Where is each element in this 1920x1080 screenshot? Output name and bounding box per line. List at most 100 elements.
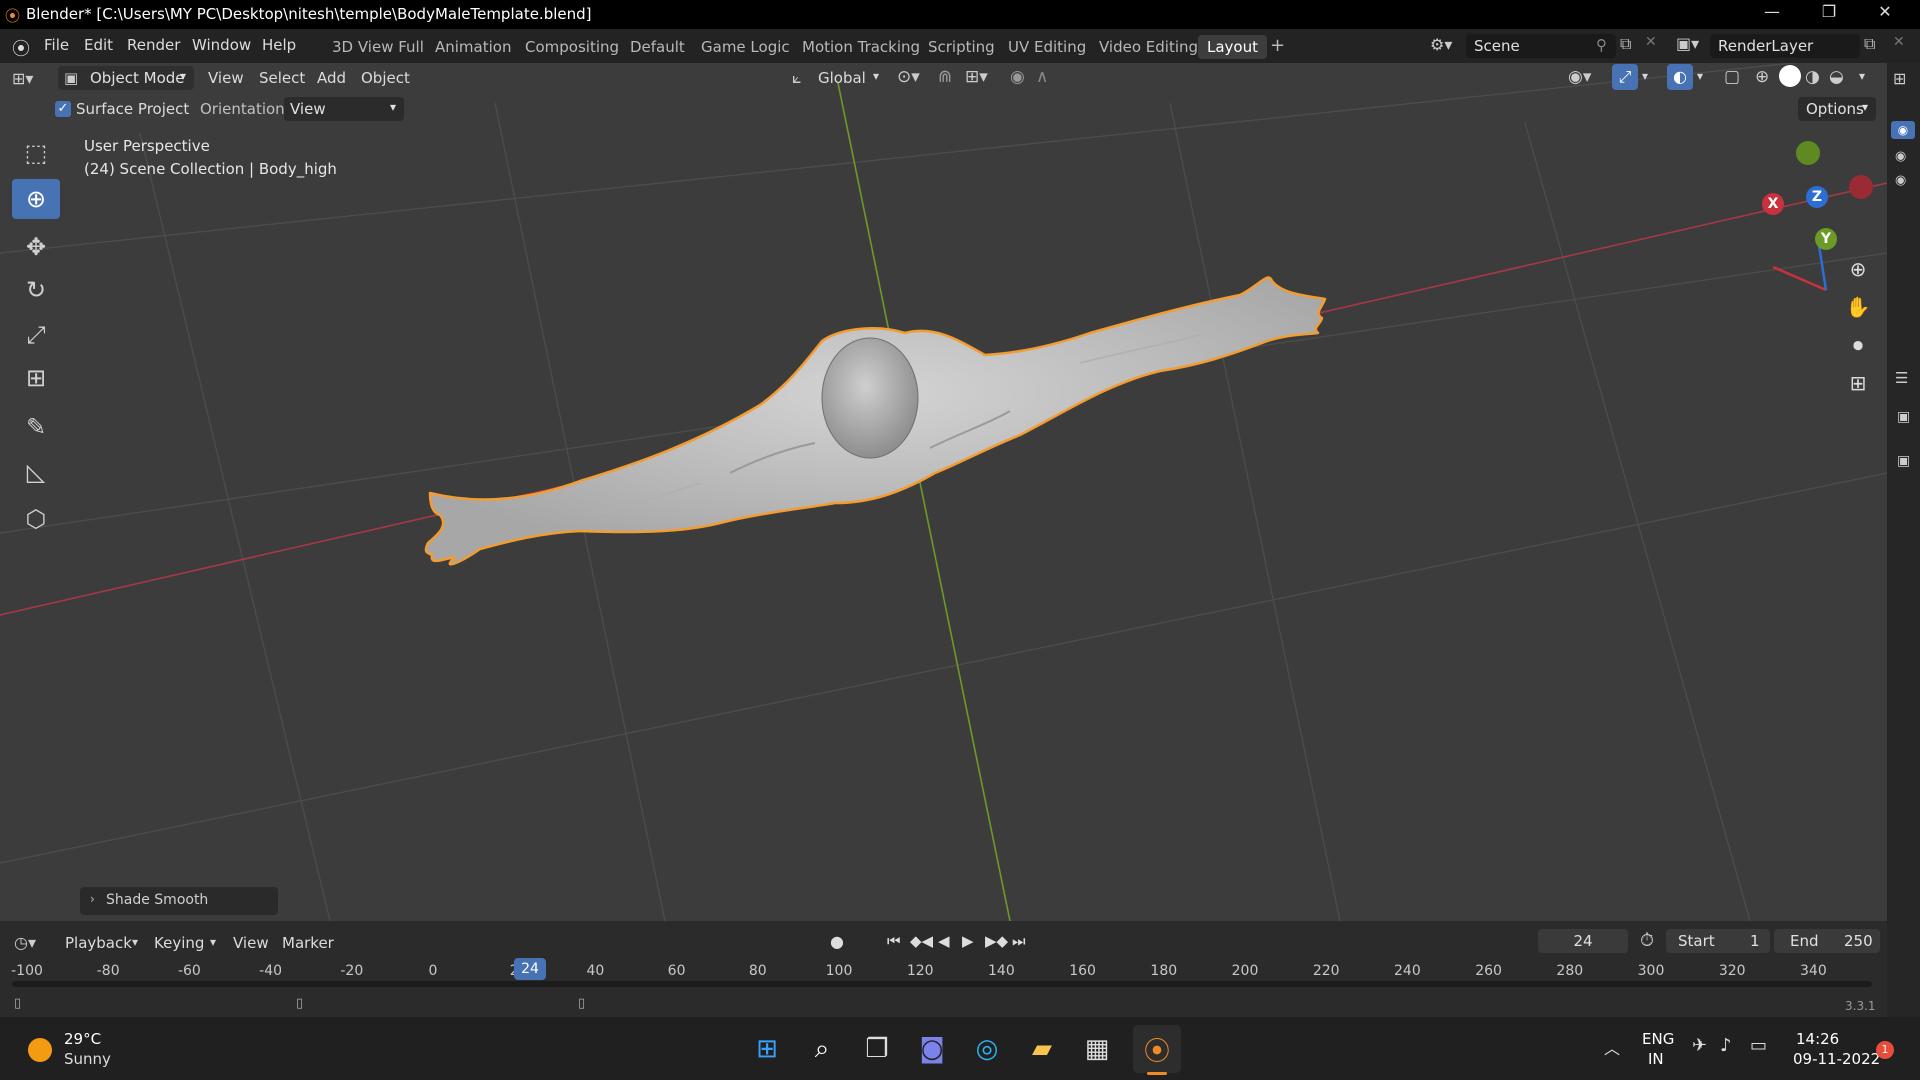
move-tool[interactable]: ✥ — [12, 227, 60, 267]
tab-compositing[interactable]: Compositing — [525, 38, 619, 56]
timeline-menu-view[interactable]: View — [233, 934, 269, 952]
editor-type-icon[interactable]: ⊞▾ — [12, 69, 33, 88]
show-hidden-icons-icon[interactable]: ︿ — [1604, 1035, 1620, 1059]
snap-target-icon[interactable]: ⊞▾ — [965, 67, 988, 87]
modifier-icon[interactable]: ▣ — [1897, 453, 1910, 469]
camera-icon[interactable]: ⏺ — [1842, 329, 1874, 361]
transform-orientation-icon[interactable]: ⟀ — [792, 68, 802, 88]
ortho-grid-icon[interactable]: ⊞ — [1842, 367, 1874, 399]
weather-temp[interactable]: 29°C — [64, 1030, 101, 1048]
viewport-menu-select[interactable]: Select — [259, 69, 305, 87]
clock-date[interactable]: 09-11-2022 — [1793, 1050, 1880, 1068]
snap-icon[interactable]: ⋒ — [938, 67, 952, 87]
channel-handle-icon[interactable]: ▯ — [14, 996, 21, 1011]
play-reverse-icon[interactable]: ◀ — [938, 932, 950, 950]
blender-menu-icon[interactable]: ⦿ — [12, 35, 30, 61]
transform-orientation-value[interactable]: Global — [818, 69, 866, 87]
options-dropdown[interactable]: Options ▾ — [1798, 97, 1876, 121]
last-operation-panel[interactable]: › Shade Smooth — [80, 887, 278, 915]
timeline-menu-keying[interactable]: Keying — [154, 934, 204, 952]
scene-field[interactable]: Scene ⚲ — [1466, 34, 1616, 58]
end-frame-field[interactable]: End 250 — [1774, 929, 1880, 953]
scene-selector-icon[interactable]: ⚙▾ — [1430, 35, 1452, 54]
object-icon[interactable]: ▣ — [1897, 409, 1910, 425]
add-cube-tool[interactable]: ⬡ — [12, 499, 60, 539]
render-layer-field[interactable]: RenderLayer — [1710, 34, 1860, 58]
xray-toggle-icon[interactable]: ▢ — [1724, 67, 1740, 87]
new-view-layer-icon[interactable]: ⧉ — [1864, 34, 1875, 54]
render-camera-icon[interactable]: ◉ — [1895, 149, 1906, 164]
timeline-editor-type-icon[interactable]: ◷▾ — [14, 933, 36, 952]
new-scene-icon[interactable]: ⧉ — [1620, 34, 1631, 54]
pan-hand-icon[interactable]: ✋ — [1842, 291, 1874, 323]
rendered-shading-icon[interactable]: ◒ — [1829, 67, 1844, 87]
file-explorer-icon[interactable]: ▰ — [1023, 1030, 1061, 1068]
menu-file[interactable]: File — [44, 36, 69, 54]
chevron-down-icon[interactable]: ▾ — [1642, 69, 1648, 83]
task-view-icon[interactable]: ❐ — [858, 1030, 896, 1068]
view-layer-icon[interactable]: ▣▾ — [1676, 34, 1699, 53]
render-camera-icon[interactable]: ◉ — [1891, 121, 1915, 139]
language-bottom[interactable]: IN — [1648, 1050, 1664, 1068]
chevron-down-icon[interactable]: ▾ — [1697, 69, 1703, 83]
cursor-tool[interactable]: ⊕ — [12, 179, 60, 219]
pin-icon[interactable]: ⚲ — [1596, 36, 1607, 54]
viewport-menu-view[interactable]: View — [208, 69, 244, 87]
annotate-tool[interactable]: ✎ — [12, 407, 60, 447]
proportional-edit-icon[interactable]: ◉ — [1010, 67, 1025, 87]
3d-viewport[interactable]: ⊞▾ ▣ Object Mode ▾ View Select Add Objec… — [0, 63, 1887, 921]
battery-icon[interactable]: ▭ — [1750, 1035, 1767, 1056]
outliner-icon[interactable]: ⊞ — [1893, 69, 1906, 88]
material-shading-icon[interactable]: ◑ — [1805, 67, 1820, 87]
jump-start-icon[interactable]: ⏮ — [887, 932, 901, 950]
next-keyframe-icon[interactable]: ▶◆ — [985, 932, 1008, 950]
select-box-tool[interactable]: ⬚ — [12, 133, 60, 173]
render-camera-icon[interactable]: ◉ — [1895, 173, 1906, 188]
menu-window[interactable]: Window — [192, 36, 251, 54]
gizmo-x-handle[interactable]: X — [1762, 193, 1784, 215]
add-workspace-button[interactable]: + — [1270, 35, 1285, 56]
overlays-toggle-icon[interactable]: ◐ — [1667, 64, 1693, 90]
remove-view-layer-icon[interactable]: ✕ — [1893, 34, 1905, 50]
weather-desc[interactable]: Sunny — [64, 1050, 111, 1068]
record-icon[interactable]: ● — [830, 932, 844, 951]
menu-edit[interactable]: Edit — [84, 36, 113, 54]
network-icon[interactable]: ✈ — [1692, 1035, 1707, 1056]
surface-project-checkbox[interactable]: ✓ — [55, 101, 71, 117]
tab-layout[interactable]: Layout — [1198, 35, 1267, 59]
prev-keyframe-icon[interactable]: ◆◀ — [910, 932, 933, 950]
minimize-button[interactable]: — — [1749, 2, 1795, 21]
viewport-menu-add[interactable]: Add — [317, 69, 346, 87]
channel-handle-icon[interactable]: ▯ — [296, 996, 303, 1011]
store-icon[interactable]: ▦ — [1078, 1030, 1116, 1068]
orientation-dropdown[interactable]: View ▾ — [284, 97, 404, 121]
tab-scripting[interactable]: Scripting — [928, 38, 995, 56]
blender-taskbar-icon[interactable]: ⦿ — [1133, 1025, 1181, 1073]
properties-icon[interactable]: ☰ — [1895, 369, 1908, 387]
restore-button[interactable]: ❐ — [1806, 2, 1852, 21]
gizmo-z-handle[interactable]: Z — [1806, 186, 1828, 208]
windows-start-icon[interactable]: ⊞ — [748, 1030, 786, 1068]
chevron-down-icon[interactable]: ▾ — [1859, 69, 1865, 83]
measure-tool[interactable]: ◺ — [12, 452, 60, 492]
tab-uv-editing[interactable]: UV Editing — [1008, 38, 1086, 56]
mode-dropdown[interactable]: ▣ Object Mode ▾ — [58, 66, 194, 90]
channel-handle-icon[interactable]: ▯ — [578, 996, 585, 1011]
notification-badge[interactable]: 1 — [1876, 1041, 1894, 1059]
scale-tool[interactable]: ⤢ — [12, 315, 60, 355]
solid-shading-icon[interactable] — [1779, 65, 1801, 87]
viewport-menu-object[interactable]: Object — [361, 69, 410, 87]
play-icon[interactable]: ▶ — [962, 932, 974, 950]
clock-time[interactable]: 14:26 — [1796, 1030, 1839, 1048]
transform-tool[interactable]: ⊞ — [12, 358, 60, 398]
timeline-editor[interactable]: ◷▾ Playback ▾ Keying ▾ View Marker ● ⏮ ◆… — [0, 921, 1887, 1017]
timeline-scrollbar[interactable] — [12, 981, 1872, 987]
tab-motion-tracking[interactable]: Motion Tracking — [802, 38, 920, 56]
edge-browser-icon[interactable]: ◎ — [968, 1030, 1006, 1068]
gizmo-y-handle[interactable]: Y — [1815, 228, 1837, 250]
surface-project-label[interactable]: Surface Project — [76, 100, 189, 118]
falloff-icon[interactable]: ∧ — [1036, 67, 1048, 87]
current-frame-field[interactable]: 24 — [1538, 929, 1628, 953]
zoom-icon[interactable]: ⊕ — [1842, 253, 1874, 285]
tab-video-editing[interactable]: Video Editing — [1099, 38, 1198, 56]
